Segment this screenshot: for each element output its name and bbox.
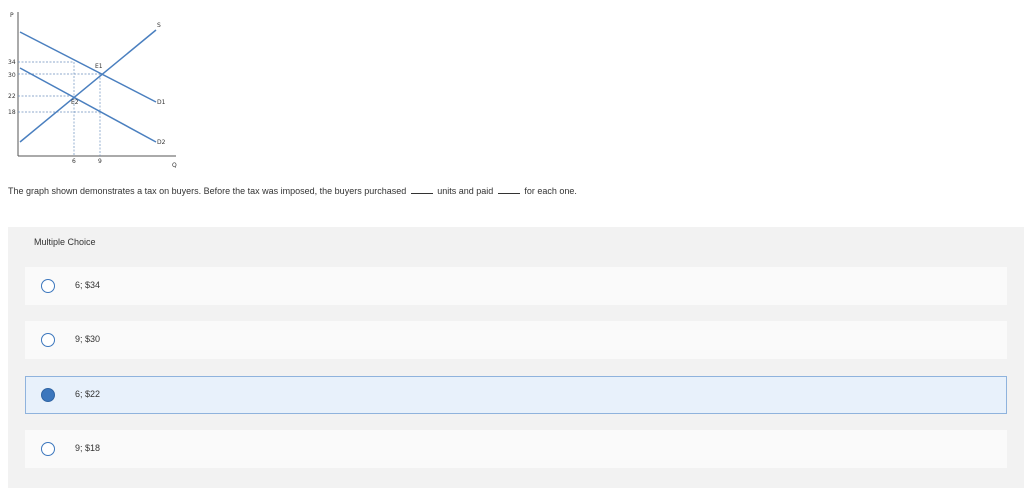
demand2-label: D2 xyxy=(157,139,166,146)
y-tick-34: 34 xyxy=(8,59,16,66)
demand-curve-d1 xyxy=(19,31,157,103)
demand-curve-d2 xyxy=(19,67,157,143)
supply-demand-graph: P Q 34 30 22 18 6 9 S D1 D2 E1 E2 xyxy=(8,12,177,169)
question-part1: The graph shown demonstrates a tax on bu… xyxy=(8,186,407,196)
radio-checked-icon[interactable] xyxy=(41,388,55,402)
answer-blank-1 xyxy=(410,185,433,194)
supply-label: S xyxy=(157,22,161,29)
question-part3: for each one. xyxy=(524,186,577,196)
choice-label: 6; $34 xyxy=(75,280,101,290)
y-tick-22: 22 xyxy=(8,93,16,100)
answer-blank-2 xyxy=(497,185,520,194)
radio-unchecked-icon[interactable] xyxy=(41,279,55,293)
x-tick-6: 6 xyxy=(72,158,76,165)
choice-label: 9; $30 xyxy=(75,334,101,344)
choice-option-1[interactable]: 6; $34 xyxy=(25,267,1007,305)
eq1-label: E1 xyxy=(95,63,103,70)
question-text: The graph shown demonstrates a tax on bu… xyxy=(8,185,577,196)
choice-label: 9; $18 xyxy=(75,443,101,453)
choice-label: 6; $22 xyxy=(75,389,101,399)
axis-x-label: Q xyxy=(172,162,177,169)
radio-unchecked-icon[interactable] xyxy=(41,333,55,347)
choice-option-4[interactable]: 9; $18 xyxy=(25,430,1007,468)
eq2-label: E2 xyxy=(71,99,79,106)
supply-curve xyxy=(19,29,157,143)
x-tick-9: 9 xyxy=(98,158,102,165)
y-tick-30: 30 xyxy=(8,72,16,79)
choice-option-2[interactable]: 9; $30 xyxy=(25,321,1007,359)
question-part2: units and paid xyxy=(437,186,494,196)
choice-option-3[interactable]: 6; $22 xyxy=(25,376,1007,414)
multiple-choice-label: Multiple Choice xyxy=(34,237,96,247)
multiple-choice-panel: Multiple Choice 6; $34 9; $30 6; $22 9; … xyxy=(8,227,1024,488)
radio-unchecked-icon[interactable] xyxy=(41,442,55,456)
y-tick-18: 18 xyxy=(8,109,16,116)
axis-y-label: P xyxy=(10,12,14,19)
demand1-label: D1 xyxy=(157,99,166,106)
